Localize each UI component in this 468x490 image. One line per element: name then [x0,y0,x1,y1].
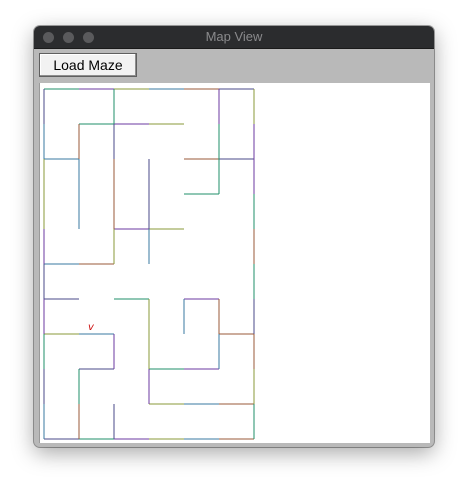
title-bar: Map View [34,26,434,49]
agent-marker: v [88,322,95,333]
load-maze-button[interactable]: Load Maze [39,53,137,77]
maze-canvas[interactable]: v [39,83,430,443]
maze-drawing: v [43,88,255,440]
toolbar: Load Maze [34,49,434,83]
window-title: Map View [205,29,263,44]
map-view-window: Map View Load Maze v [34,26,434,447]
